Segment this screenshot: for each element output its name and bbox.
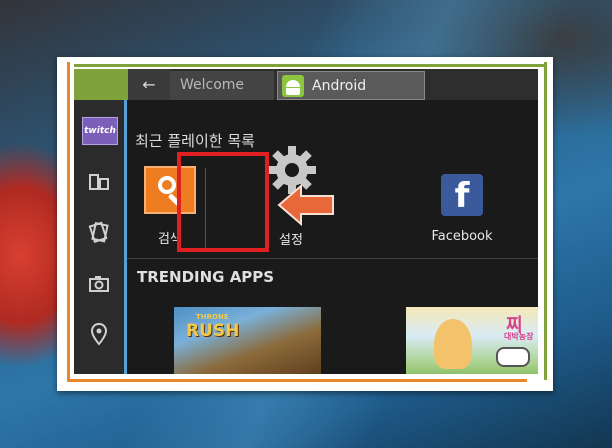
apps-icon[interactable] <box>87 170 111 194</box>
back-button[interactable]: ← <box>128 69 170 100</box>
thumb1-small-text: THRONE <box>196 313 229 321</box>
pointer-arrow-icon <box>277 183 334 227</box>
frame-line-bottom <box>67 379 527 382</box>
cards-icon[interactable] <box>87 220 111 244</box>
trending-app-farm[interactable]: 찌 대박농장 <box>406 307 538 374</box>
facebook-icon[interactable]: f <box>441 174 483 216</box>
twitch-icon[interactable]: twitch <box>82 117 118 145</box>
camera-icon[interactable] <box>87 272 111 296</box>
location-icon[interactable] <box>87 322 111 346</box>
frame-line-left <box>67 62 70 382</box>
android-icon <box>282 75 304 97</box>
app-window: ← Welcome Android twitch 최근 플레이한 목록 검색 설… <box>74 69 538 374</box>
tab-bar-accent <box>74 69 128 100</box>
sidebar: twitch <box>74 100 127 374</box>
trending-app-throne-rush[interactable]: THRONE RUSH <box>174 307 321 374</box>
facebook-app-label: Facebook <box>431 229 493 244</box>
character-image <box>434 319 472 369</box>
trending-title: TRENDING APPS <box>137 268 275 286</box>
frame-line-top <box>74 64 546 67</box>
tab-welcome[interactable]: Welcome <box>170 71 274 100</box>
main-content: 최근 플레이한 목록 검색 설정 f Facebook TRENDING APP… <box>127 100 538 374</box>
tab-android-label: Android <box>312 78 367 94</box>
highlight-box <box>177 152 269 252</box>
cow-image <box>496 347 530 367</box>
thumb2-subtitle: 대박농장 <box>504 332 534 341</box>
tab-android[interactable]: Android <box>277 71 425 100</box>
section-separator <box>127 258 538 259</box>
frame-line-right <box>544 62 547 380</box>
settings-app-label: 설정 <box>279 233 303 248</box>
recent-played-title: 최근 플레이한 목록 <box>135 132 255 150</box>
thumb1-logo: RUSH <box>186 321 240 341</box>
